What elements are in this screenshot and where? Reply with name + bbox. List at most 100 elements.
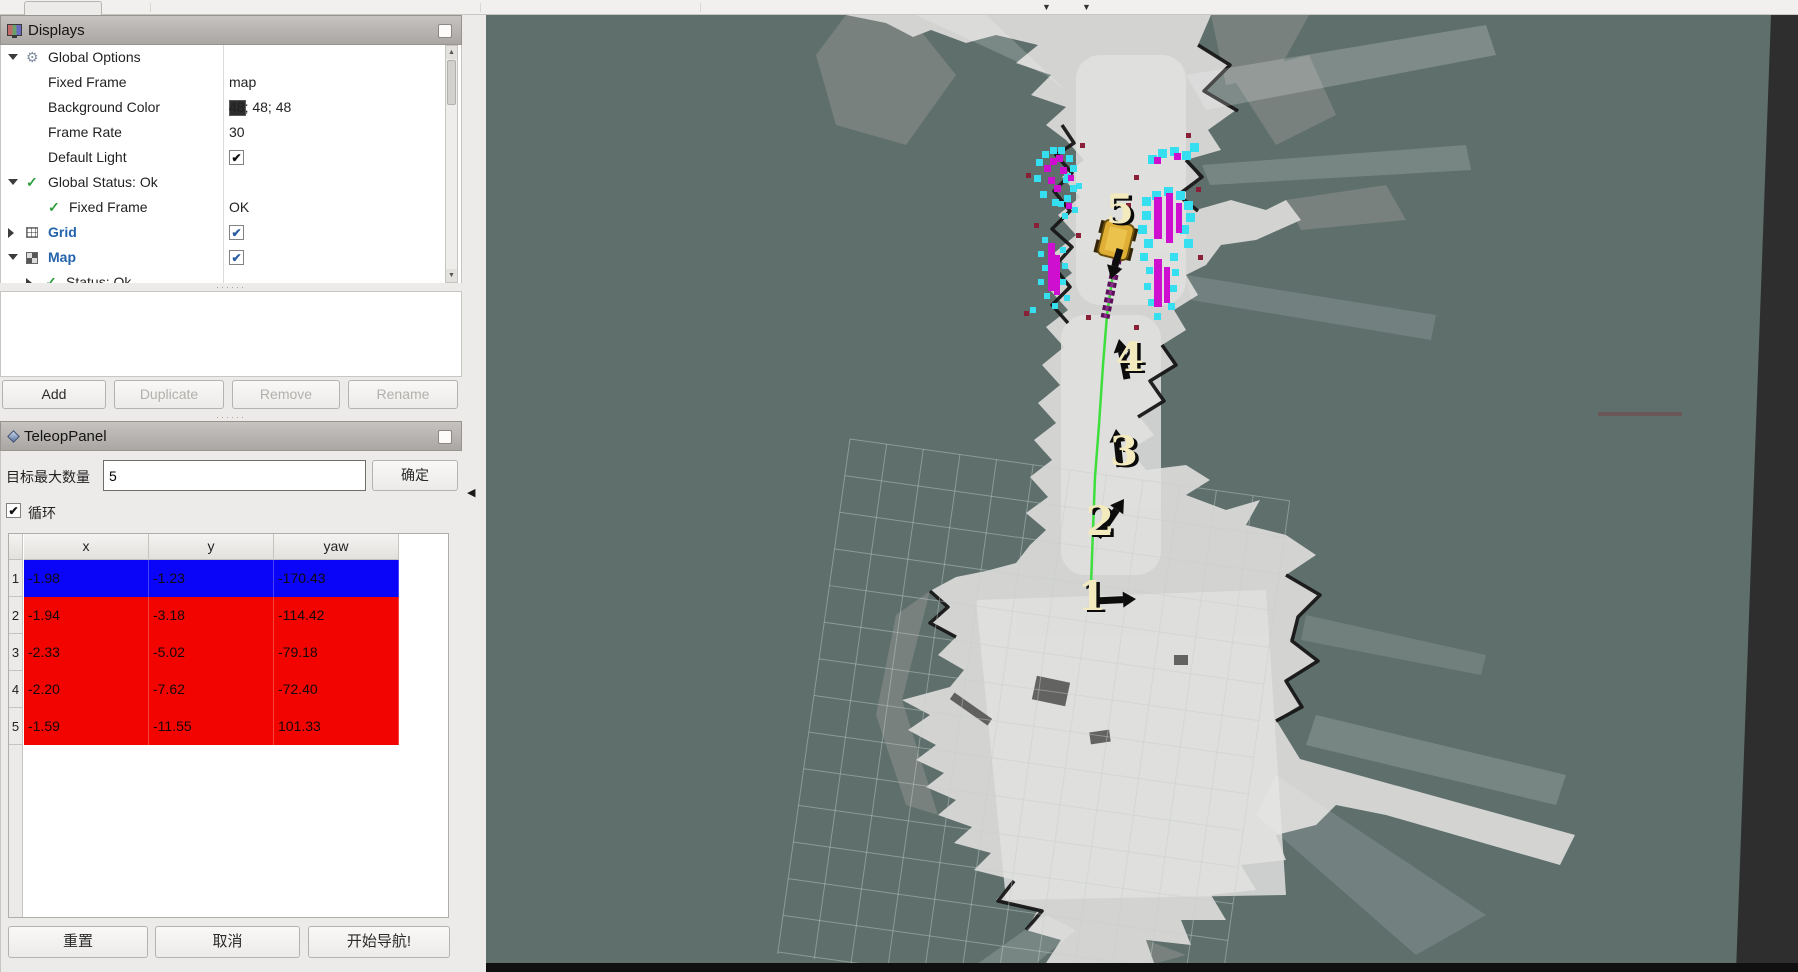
teleop-footer-buttons: 重置 取消 开始导航! — [0, 926, 462, 960]
waypoint-number-4: 4 — [1116, 334, 1144, 381]
tree-row-map[interactable]: Map✔ — [1, 245, 441, 270]
loop-checkbox[interactable]: ✔ — [6, 503, 21, 518]
table-corner — [9, 534, 23, 560]
column-header-y[interactable]: y — [149, 534, 274, 560]
expander-down-icon[interactable] — [8, 254, 18, 260]
check-icon: ✓ — [48, 195, 60, 220]
teleop-panel-header[interactable]: TeleopPanel — [0, 421, 462, 451]
cell-y-row5[interactable]: -11.55 — [149, 708, 274, 745]
cell-yaw-row5[interactable]: 101.33 — [274, 708, 399, 745]
teleop-panel-icon — [7, 430, 20, 443]
duplicate-button[interactable]: Duplicate — [114, 380, 224, 409]
tree-row-value[interactable]: OK — [229, 195, 249, 220]
cell-y-row2[interactable]: -3.18 — [149, 597, 274, 634]
tree-scrollbar[interactable]: ▲ ▼ — [445, 45, 458, 283]
confirm-button[interactable]: 确定 — [372, 460, 458, 491]
tree-row-label: Global Status: Ok — [48, 170, 158, 195]
row-number-strip — [9, 745, 23, 917]
toolbar-separator — [480, 3, 481, 12]
tree-row-fixed-frame[interactable]: Fixed Frame map — [1, 70, 441, 95]
scroll-up-icon[interactable]: ▲ — [446, 46, 457, 59]
dropdown-caret-icon[interactable]: ▼ — [1042, 0, 1051, 14]
loop-label: 循环 — [28, 503, 56, 523]
displays-icon — [7, 24, 22, 36]
tree-row-default-light[interactable]: Default Light ✔ — [1, 145, 441, 170]
waypoint-number-5: 5 — [1106, 186, 1134, 233]
toolbar-separator — [150, 3, 151, 12]
cell-x-row2[interactable]: -1.94 — [24, 597, 149, 634]
cell-y-row4[interactable]: -7.62 — [149, 671, 274, 708]
waypoint-number-1: 1 — [1078, 573, 1106, 620]
cell-x-row5[interactable]: -1.59 — [24, 708, 149, 745]
dropdown-caret-icon[interactable]: ▼ — [1082, 0, 1091, 14]
occupancy-map: 1122334455 — [486, 15, 1798, 972]
remove-button[interactable]: Remove — [232, 380, 340, 409]
toolbar-separator — [700, 3, 701, 12]
tree-row-label: Frame Rate — [48, 120, 122, 145]
map-artifact-line — [1598, 412, 1682, 416]
cell-x-row3[interactable]: -2.33 — [24, 634, 149, 671]
check-icon: ✓ — [45, 270, 57, 283]
expander-down-icon[interactable] — [8, 179, 18, 185]
tree-row-global-status-ok[interactable]: ✓Global Status: Ok — [1, 170, 441, 195]
row-number[interactable]: 4 — [9, 671, 23, 708]
float-panel-button[interactable] — [438, 430, 452, 444]
tree-row-label: Fixed Frame — [69, 195, 148, 220]
tree-row-global-options[interactable]: ⚙Global Options — [1, 45, 441, 70]
expander-right-icon[interactable] — [26, 278, 32, 283]
checkbox[interactable]: ✔ — [229, 225, 244, 240]
tree-row-fixed-frame[interactable]: ✓ Fixed Frame OK — [1, 195, 441, 220]
tree-row-value[interactable]: map — [229, 70, 256, 95]
gear-icon: ⚙ — [26, 45, 39, 70]
cell-yaw-row4[interactable]: -72.40 — [274, 671, 399, 708]
displays-button-row: Add Duplicate Remove Rename — [0, 380, 462, 410]
row-number[interactable]: 1 — [9, 560, 23, 597]
tree-row-label: Default Light — [48, 145, 127, 170]
max-goal-input[interactable] — [103, 460, 366, 491]
displays-panel-title: Displays — [28, 22, 85, 39]
cell-x-row1[interactable]: -1.98 — [24, 560, 149, 597]
waypoint-table[interactable]: xyyaw 1-1.98-1.23-170.43 2-1.94-3.18-114.4… — [8, 533, 449, 918]
scrollbar-thumb[interactable] — [447, 60, 456, 105]
expander-down-icon[interactable] — [8, 54, 18, 60]
cell-yaw-row3[interactable]: -79.18 — [274, 634, 399, 671]
expander-right-icon[interactable] — [8, 228, 14, 238]
column-header-yaw[interactable]: yaw — [274, 534, 399, 560]
rename-button[interactable]: Rename — [348, 380, 458, 409]
reset-button[interactable]: 重置 — [8, 926, 148, 958]
tree-row-label: Status: Ok — [66, 270, 131, 283]
map-bottom-edge — [486, 963, 1798, 972]
scroll-down-icon[interactable]: ▼ — [446, 269, 457, 282]
start-navigation-button[interactable]: 开始导航! — [308, 926, 450, 958]
displays-panel-header[interactable]: Displays — [0, 15, 462, 45]
tree-row-label: Fixed Frame — [48, 70, 127, 95]
map-viewport[interactable]: 1122334455 — [486, 15, 1798, 972]
panel-collapse-arrow[interactable]: ◀ — [467, 486, 475, 499]
cell-yaw-row1[interactable]: -170.43 — [274, 560, 399, 597]
cell-y-row1[interactable]: -1.23 — [149, 560, 274, 597]
add-button[interactable]: Add — [2, 380, 106, 409]
float-panel-button[interactable] — [438, 24, 452, 38]
tree-row-background-color[interactable]: Background Color48; 48; 48 — [1, 95, 441, 120]
cell-x-row4[interactable]: -2.20 — [24, 671, 149, 708]
tree-row-frame-rate[interactable]: Frame Rate 30 — [1, 120, 441, 145]
teleop-panel-title: TeleopPanel — [24, 428, 107, 445]
displays-empty-list[interactable] — [0, 291, 462, 377]
displays-tree[interactable]: ⚙Global OptionsFixed FramemapBackground … — [0, 45, 462, 283]
checkbox[interactable]: ✔ — [229, 250, 244, 265]
row-number[interactable]: 5 — [9, 708, 23, 745]
row-number[interactable]: 3 — [9, 634, 23, 671]
cancel-button[interactable]: 取消 — [155, 926, 300, 958]
tree-row-value[interactable]: 30 — [229, 120, 245, 145]
toolbar-strip: ▼ ▼ — [0, 0, 1798, 15]
toolbar-tab[interactable] — [24, 1, 102, 15]
cell-y-row3[interactable]: -5.02 — [149, 634, 274, 671]
waypoint-number-3: 3 — [1110, 428, 1138, 475]
max-goal-label: 目标最大数量 — [6, 467, 90, 487]
tree-row-grid[interactable]: Grid✔ — [1, 220, 441, 245]
column-header-x[interactable]: x — [24, 534, 149, 560]
cell-yaw-row2[interactable]: -114.42 — [274, 597, 399, 634]
row-number[interactable]: 2 — [9, 597, 23, 634]
tree-row-value[interactable]: 48; 48; 48 — [229, 95, 291, 120]
checkbox[interactable]: ✔ — [229, 150, 244, 165]
